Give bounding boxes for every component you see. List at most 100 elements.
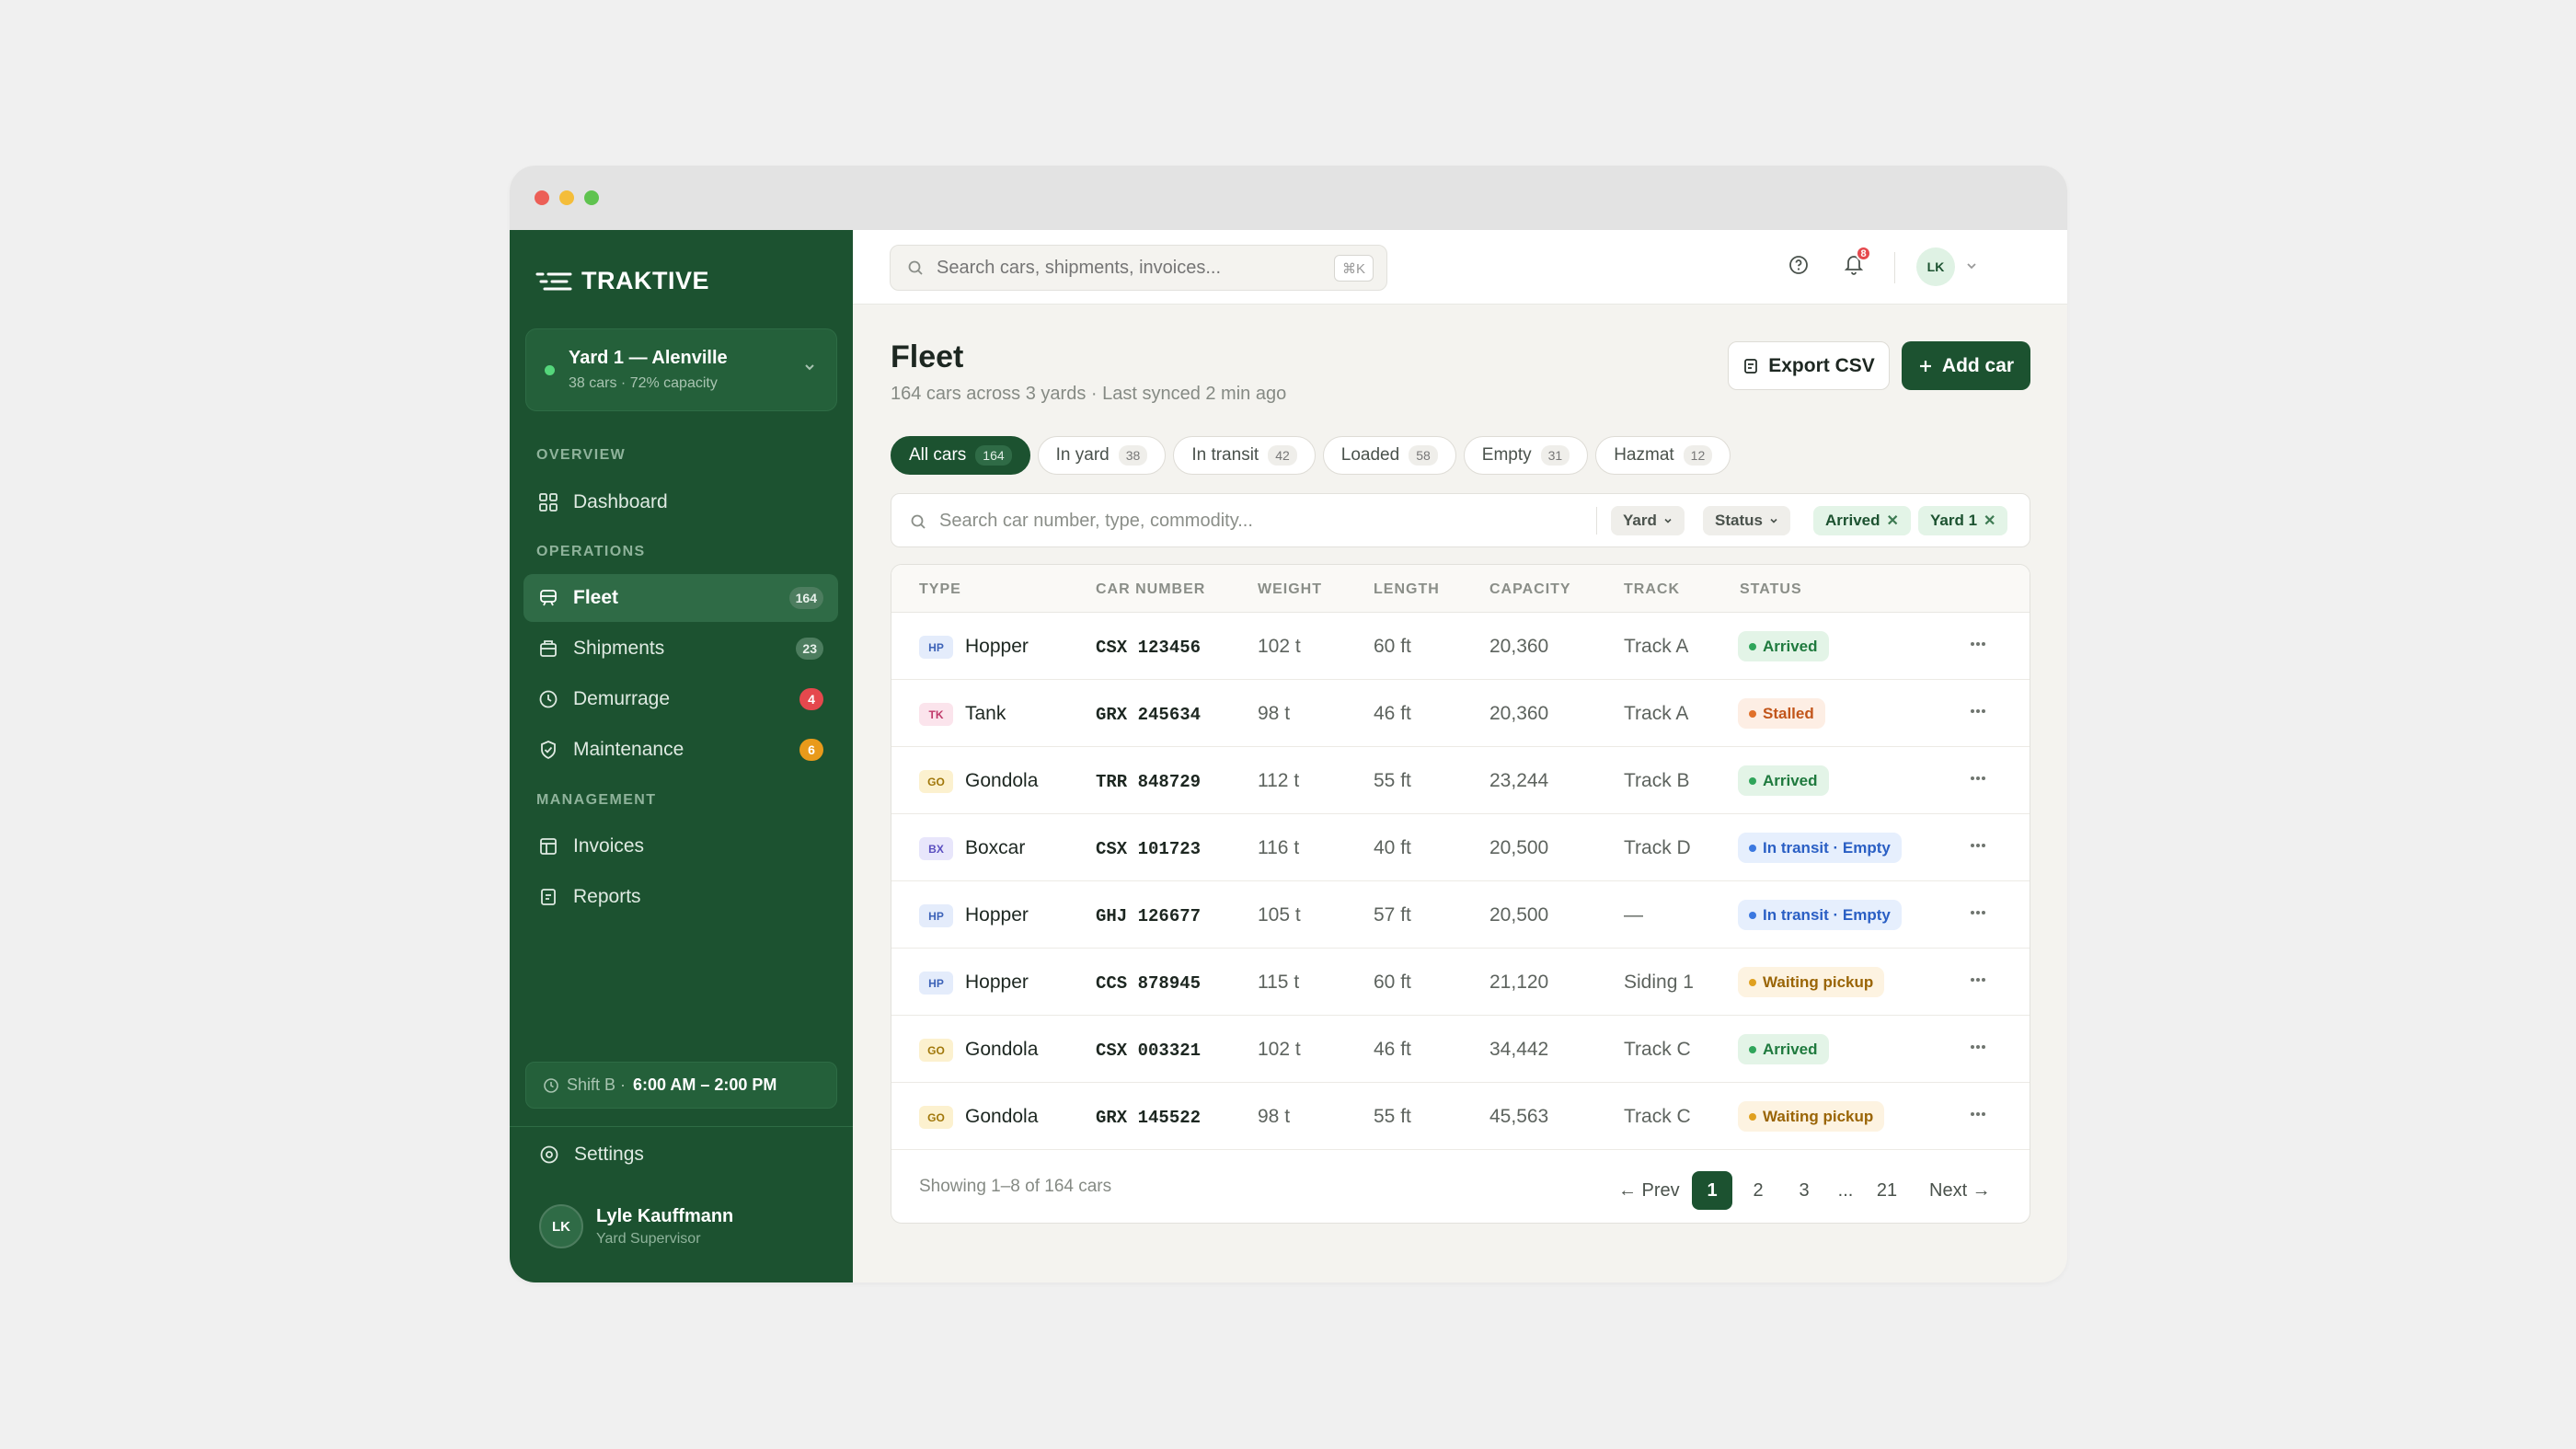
status-filter-dropdown[interactable]: Status <box>1703 506 1790 535</box>
page-subtitle: 164 cars across 3 yards · Last synced 2 … <box>891 384 1287 404</box>
page-button-3[interactable]: 3 <box>1788 1171 1821 1210</box>
sidebar-item-shipments[interactable]: Shipments 23 <box>523 625 838 673</box>
column-header-status[interactable]: STATUS <box>1740 581 1802 598</box>
sidebar-item-fleet[interactable]: Fleet 164 <box>523 574 838 622</box>
more-options-icon[interactable] <box>1970 910 1986 915</box>
column-header-car-number[interactable]: CAR NUMBER <box>1096 581 1205 598</box>
yard-switcher[interactable]: Yard 1 — Alenville 38 cars · 72% capacit… <box>525 328 837 411</box>
filter-chip-yard[interactable]: Yard 1 ✕ <box>1918 506 2008 535</box>
status-dot <box>1749 911 1756 919</box>
car-number[interactable]: GRX 145522 <box>1096 1108 1201 1128</box>
tab-count: 31 <box>1540 445 1570 466</box>
filter-chip-arrived[interactable]: Arrived ✕ <box>1813 506 1911 535</box>
close-window-button[interactable] <box>535 190 549 205</box>
car-weight: 115 t <box>1258 972 1300 993</box>
car-number[interactable]: CCS 878945 <box>1096 973 1201 994</box>
table-row[interactable]: GO Gondola CSX 003321 102 t 46 ft 34,442 Track… <box>891 1016 2030 1083</box>
add-car-button[interactable]: Add car <box>1902 341 2030 390</box>
status-dot <box>1749 642 1756 650</box>
car-type: Tank <box>965 703 1006 724</box>
sidebar-item-invoices[interactable]: Invoices <box>523 822 838 870</box>
page-button-1[interactable]: 1 <box>1692 1171 1732 1210</box>
status-filter-label: Status <box>1715 512 1763 529</box>
more-options-icon[interactable] <box>1970 708 1986 714</box>
next-page-button[interactable]: Next → <box>1929 1171 1991 1210</box>
sidebar-item-demurrage[interactable]: Demurrage 4 <box>523 675 838 723</box>
app-logo[interactable]: TRAKTIVE <box>535 267 709 295</box>
tab-empty[interactable]: Empty 31 <box>1463 436 1589 475</box>
shift-label: Shift B · <box>567 1075 627 1094</box>
car-weight: 112 t <box>1258 770 1300 791</box>
column-header-track[interactable]: TRACK <box>1624 581 1680 598</box>
yard-filter-dropdown[interactable]: Yard <box>1611 506 1685 535</box>
tab-hazmat[interactable]: Hazmat 12 <box>1595 436 1731 475</box>
notifications-button[interactable]: 8 <box>1843 246 1871 281</box>
export-csv-label: Export CSV <box>1768 354 1875 376</box>
minimize-window-button[interactable] <box>559 190 574 205</box>
chevron-down-icon[interactable] <box>1966 260 1977 271</box>
status-badge: Waiting pickup <box>1738 1101 1885 1132</box>
car-weight: 105 t <box>1258 904 1301 926</box>
pagination: Showing 1–8 of 164 cars ← Prev 1 2 3 ...… <box>891 1150 2030 1223</box>
more-options-icon[interactable] <box>1970 1044 1986 1050</box>
table-row[interactable]: HP Hopper GHJ 126677 105 t 57 ft 20,500 — In tr… <box>891 881 2030 949</box>
more-options-icon[interactable] <box>1970 776 1986 781</box>
more-options-icon[interactable] <box>1970 843 1986 848</box>
table-search-placeholder: Search car number, type, commodity... <box>939 511 1253 531</box>
user-profile[interactable]: LK Lyle Kauffmann Yard Supervisor <box>539 1204 733 1248</box>
help-icon[interactable] <box>1788 254 1810 276</box>
avatar[interactable]: LK <box>1916 247 1955 286</box>
remove-filter-icon[interactable]: ✕ <box>1984 512 1995 530</box>
filter-bar: Search car number, type, commodity... Ya… <box>891 493 2030 547</box>
status-label: Waiting pickup <box>1763 1107 1874 1125</box>
car-number[interactable]: TRR 848729 <box>1096 772 1201 792</box>
global-search-input[interactable] <box>937 257 1305 279</box>
table-row[interactable]: HP Hopper CCS 878945 115 t 60 ft 21,120 Siding… <box>891 949 2030 1016</box>
column-header-weight[interactable]: WEIGHT <box>1258 581 1322 598</box>
tab-loaded[interactable]: Loaded 58 <box>1322 436 1456 475</box>
car-number[interactable]: CSX 101723 <box>1096 839 1201 859</box>
status-dot <box>1749 978 1756 986</box>
table-row[interactable]: HP Hopper CSX 123456 102 t 60 ft 20,360 Track … <box>891 613 2030 680</box>
car-track: Track B <box>1624 770 1690 791</box>
sidebar-item-settings[interactable]: Settings <box>539 1144 644 1166</box>
column-header-capacity[interactable]: CAPACITY <box>1489 581 1571 598</box>
remove-filter-icon[interactable]: ✕ <box>1887 512 1899 530</box>
table-row[interactable]: GO Gondola GRX 145522 98 t 55 ft 45,563 Track … <box>891 1083 2030 1150</box>
car-track: Track A <box>1624 636 1689 657</box>
tab-in-transit[interactable]: In transit 42 <box>1173 436 1316 475</box>
car-number[interactable]: CSX 003321 <box>1096 1041 1201 1061</box>
export-csv-button[interactable]: Export CSV <box>1728 341 1890 390</box>
car-type: Hopper <box>965 904 1029 926</box>
tab-label: In transit <box>1191 445 1259 465</box>
car-number[interactable]: GRX 245634 <box>1096 705 1201 725</box>
page-button-21[interactable]: 21 <box>1869 1171 1905 1210</box>
column-header-type[interactable]: TYPE <box>919 581 961 598</box>
maximize-window-button[interactable] <box>584 190 599 205</box>
tab-label: All cars <box>909 445 967 465</box>
sidebar-item-reports[interactable]: Reports <box>523 873 838 921</box>
column-header-length[interactable]: LENGTH <box>1374 581 1440 598</box>
sidebar-item-dashboard[interactable]: Dashboard <box>523 478 838 526</box>
tab-all-cars[interactable]: All cars 164 <box>891 436 1030 475</box>
table-search[interactable]: Search car number, type, commodity... <box>910 511 1253 532</box>
global-search[interactable]: ⌘K <box>890 245 1387 291</box>
table-row[interactable]: BX Boxcar CSX 101723 116 t 40 ft 20,500 Track … <box>891 814 2030 881</box>
car-track: Track A <box>1624 703 1689 724</box>
sidebar-item-maintenance[interactable]: Maintenance 6 <box>523 726 838 774</box>
more-options-icon[interactable] <box>1970 977 1986 983</box>
car-number[interactable]: CSX 123456 <box>1096 638 1201 658</box>
page-ellipsis: ... <box>1837 1179 1854 1201</box>
car-weight: 116 t <box>1258 837 1300 858</box>
fleet-table: TYPE CAR NUMBER WEIGHT LENGTH CAPACITY T… <box>891 564 2030 1224</box>
more-options-icon[interactable] <box>1970 1111 1986 1117</box>
car-number[interactable]: GHJ 126677 <box>1096 906 1201 926</box>
car-length: 55 ft <box>1374 770 1411 791</box>
page-button-2[interactable]: 2 <box>1742 1171 1775 1210</box>
table-row[interactable]: GO Gondola TRR 848729 112 t 55 ft 23,244 Track… <box>891 747 2030 814</box>
chevron-down-icon <box>1770 518 1777 523</box>
table-row[interactable]: TK Tank GRX 245634 98 t 46 ft 20,360 Track A St… <box>891 680 2030 747</box>
prev-page-button[interactable]: ← Prev <box>1618 1171 1680 1210</box>
tab-in-yard[interactable]: In yard 38 <box>1037 436 1167 475</box>
more-options-icon[interactable] <box>1970 641 1986 647</box>
